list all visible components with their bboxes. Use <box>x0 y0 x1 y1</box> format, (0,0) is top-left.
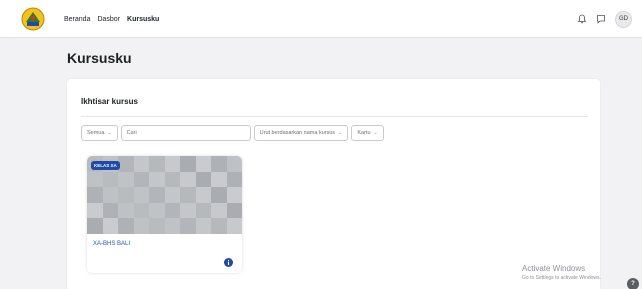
course-image-tile <box>180 218 196 234</box>
course-image-tile <box>180 187 196 203</box>
sort-value: Urut berdasarkan nama kursus <box>259 130 336 136</box>
course-image-tile <box>102 171 118 188</box>
bell-icon[interactable] <box>577 14 587 24</box>
course-image-tile <box>102 218 118 234</box>
primary-nav: Beranda Dasbor Kursusku <box>64 0 159 38</box>
grouping-value: Semua <box>87 130 105 136</box>
course-image-tile <box>195 218 211 234</box>
course-image-tile <box>133 218 149 234</box>
school-logo-icon[interactable] <box>21 7 45 31</box>
course-name-link[interactable]: XA-BHS BALI <box>93 241 130 247</box>
course-image-tile <box>226 156 242 172</box>
header-tools: GD <box>577 9 632 29</box>
course-image-tile <box>102 202 118 219</box>
course-image-tile <box>87 218 103 234</box>
course-category-badge: KELAS XA <box>91 161 120 170</box>
page-title: Kursusku <box>67 50 132 66</box>
top-navbar: Beranda Dasbor Kursusku GD <box>0 0 642 38</box>
grouping-dropdown[interactable]: Semua ⌄ <box>81 125 118 141</box>
course-image-tile <box>226 218 242 234</box>
view-value: Kartu <box>357 130 371 136</box>
course-image-tile <box>164 156 180 172</box>
course-image-tile <box>164 187 180 203</box>
course-image-tile <box>211 171 227 188</box>
course-image-tile <box>164 218 180 234</box>
chevron-down-icon: ⌄ <box>338 130 343 136</box>
nav-item-beranda[interactable]: Beranda <box>64 16 90 23</box>
course-image-tile <box>149 187 165 203</box>
search-input[interactable] <box>120 125 251 141</box>
course-image-tile <box>102 187 118 203</box>
course-image-tile <box>195 156 211 172</box>
sort-dropdown[interactable]: Urut berdasarkan nama kursus ⌄ <box>253 125 349 141</box>
nav-item-dasbor[interactable]: Dasbor <box>97 16 120 23</box>
course-image-tile <box>118 187 134 203</box>
course-image-tile <box>195 202 211 219</box>
course-image-tile <box>211 202 227 219</box>
chevron-down-icon: ⌄ <box>373 130 378 136</box>
watermark-line-1: Activate Windows <box>522 264 586 273</box>
course-image-tile <box>118 156 134 172</box>
watermark-line-2: Go to Settings to activate Windows. <box>522 275 601 281</box>
course-card[interactable]: KELAS XA XA-BHS BALI <box>87 156 242 273</box>
course-image-tile <box>87 171 103 188</box>
course-image-tile <box>226 187 242 203</box>
course-image-tile <box>180 156 196 172</box>
view-dropdown[interactable]: Kartu ⌄ <box>351 125 384 141</box>
course-image-tile <box>133 171 149 188</box>
course-image-tile <box>133 187 149 203</box>
nav-item-kursusku[interactable]: Kursusku <box>127 16 159 23</box>
course-image-tile <box>149 171 165 188</box>
course-image-tile <box>87 202 103 219</box>
course-image-tile <box>133 202 149 219</box>
info-icon[interactable] <box>224 258 233 267</box>
course-image-tile <box>164 171 180 188</box>
course-image-tile <box>195 171 211 188</box>
course-image-tile <box>226 202 242 219</box>
course-image-tile <box>211 156 227 172</box>
course-image-tile <box>118 218 134 234</box>
course-image-tile <box>180 171 196 188</box>
course-image-tile <box>180 202 196 219</box>
course-overview-panel: Ikhtisar kursus Semua ⌄ Urut berdasarkan… <box>66 78 601 289</box>
course-image-tile <box>164 202 180 219</box>
course-overview-title: Ikhtisar kursus <box>81 97 138 106</box>
course-image-tile <box>118 171 134 188</box>
course-image-tile <box>149 202 165 219</box>
course-image-tile <box>211 218 227 234</box>
course-image-tile <box>211 187 227 203</box>
chevron-down-icon: ⌄ <box>107 130 112 136</box>
course-image-tile <box>118 202 134 219</box>
course-image-tile <box>133 156 149 172</box>
divider <box>81 116 588 117</box>
course-filters: Semua ⌄ Urut berdasarkan nama kursus ⌄ K… <box>81 125 384 141</box>
activate-windows-watermark: Activate Windows Go to Settings to activ… <box>522 264 601 281</box>
course-image-tile <box>87 187 103 203</box>
course-image-tile <box>195 187 211 203</box>
course-image-tile <box>226 171 242 188</box>
help-button[interactable]: ? <box>627 278 639 289</box>
course-image-tile <box>149 156 165 172</box>
chat-icon[interactable] <box>596 14 606 24</box>
user-avatar[interactable]: GD <box>615 10 632 28</box>
course-image-tile <box>149 218 165 234</box>
